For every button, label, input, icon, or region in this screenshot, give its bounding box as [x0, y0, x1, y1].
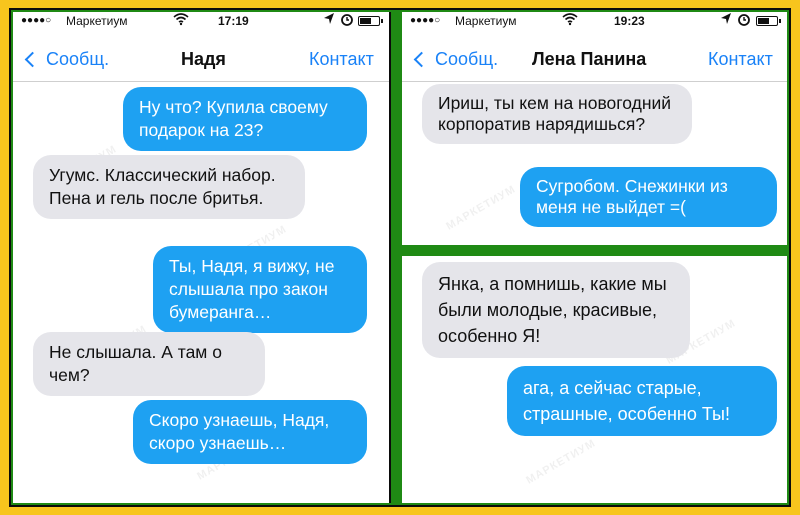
battery-icon [358, 16, 383, 26]
message-bubble-outgoing: ага, а сейчас старые, страшные, особенно… [507, 366, 777, 436]
carrier-name: Маркетиум [66, 14, 128, 28]
chevron-left-icon [413, 51, 430, 68]
message-bubble-outgoing: Ну что? Купила своему подарок на 23? [123, 87, 367, 151]
wifi-icon [562, 12, 578, 29]
clock-time: 19:23 [614, 14, 645, 28]
contact-button[interactable]: Контакт [309, 49, 374, 70]
clock-time: 17:19 [218, 14, 249, 28]
navigation-bar: Сообщ. Лена Панина Контакт [402, 32, 787, 82]
message-bubble-incoming: Угумс. Классический набор. Пена и гель п… [33, 155, 305, 219]
back-button[interactable]: Сообщ. [412, 49, 498, 70]
location-icon [720, 12, 732, 29]
signal-strength-icon: ●●●●○ [410, 15, 441, 26]
chat-screen-yanka: МАРКЕТИУМ МАРКЕТИУМ МАРКЕТИУМ Янка, а по… [402, 256, 787, 503]
location-icon [323, 12, 335, 29]
signal-strength-icon: ●●●●○ [21, 15, 52, 26]
wifi-icon [173, 12, 189, 29]
message-bubble-outgoing: Сугробом. Снежинки из меня не выйдет =( [520, 167, 777, 227]
watermark: МАРКЕТИУМ [524, 437, 598, 487]
carrier-name: Маркетиум [455, 14, 517, 28]
message-bubble-outgoing: Ты, Надя, я вижу, не слышала про закон б… [153, 246, 367, 333]
contact-name: Надя [181, 49, 226, 69]
status-bar: ●●●●○ Маркетиум 17:19 [13, 12, 389, 30]
back-label: Сообщ. [435, 49, 499, 69]
meme-frame: ●●●●○ Маркетиум 17:19 Сообщ. Надя Контак… [9, 8, 791, 507]
chevron-left-icon [24, 51, 41, 68]
contact-name: Лена Панина [532, 49, 647, 69]
alarm-icon [737, 12, 751, 29]
battery-icon [756, 16, 781, 26]
chat-screen-nadya: ●●●●○ Маркетиум 17:19 Сообщ. Надя Контак… [13, 12, 391, 503]
back-label: Сообщ. [46, 49, 110, 69]
back-button[interactable]: Сообщ. [23, 49, 109, 70]
contact-button[interactable]: Контакт [708, 49, 773, 70]
message-bubble-outgoing: Скоро узнаешь, Надя, скоро узнаешь… [133, 400, 367, 464]
message-bubble-incoming: Янка, а помнишь, какие мы были молодые, … [422, 262, 690, 358]
chat-screen-lena: ●●●●○ Маркетиум 19:23 Сообщ. Лена Панина… [402, 12, 787, 245]
alarm-icon [340, 12, 354, 29]
message-bubble-incoming: Не слышала. А там о чем? [33, 332, 265, 396]
watermark: МАРКЕТИУМ [444, 183, 518, 233]
status-bar: ●●●●○ Маркетиум 19:23 [402, 12, 787, 30]
navigation-bar: Сообщ. Надя Контакт [13, 32, 389, 82]
message-bubble-incoming: Ириш, ты кем на новогодний корпоратив на… [422, 84, 692, 144]
